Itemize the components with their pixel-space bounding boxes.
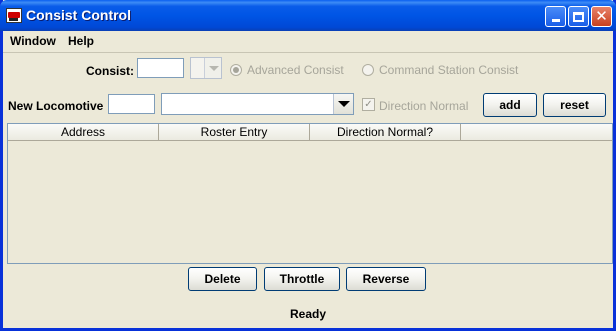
chevron-down-icon bbox=[209, 66, 219, 71]
close-button[interactable]: ✕ bbox=[591, 6, 612, 27]
minimize-icon bbox=[551, 19, 560, 22]
status-text: Ready bbox=[289, 307, 327, 321]
column-header-direction-normal[interactable]: Direction Normal? bbox=[310, 124, 461, 141]
menu-help[interactable]: Help bbox=[68, 34, 94, 48]
checkmark-icon: ✓ bbox=[364, 99, 373, 110]
dropdown-arrow bbox=[333, 94, 353, 114]
maximize-button[interactable] bbox=[568, 6, 589, 27]
chevron-down-icon bbox=[338, 101, 350, 107]
consist-table[interactable]: Address Roster Entry Direction Normal? bbox=[7, 123, 613, 264]
advanced-consist-radio[interactable] bbox=[230, 64, 242, 76]
command-station-consist-radio[interactable] bbox=[362, 64, 374, 76]
menu-bar: Window Help bbox=[3, 31, 613, 51]
title-bar[interactable]: Consist Control ✕ bbox=[0, 0, 616, 31]
minimize-button[interactable] bbox=[545, 6, 566, 27]
consist-label: Consist: bbox=[86, 64, 134, 78]
add-button[interactable]: add bbox=[483, 93, 537, 117]
reverse-button[interactable]: Reverse bbox=[346, 267, 426, 291]
table-header: Address Roster Entry Direction Normal? bbox=[8, 124, 612, 141]
menu-window[interactable]: Window bbox=[10, 34, 56, 48]
advanced-consist-label: Advanced Consist bbox=[247, 63, 344, 77]
roster-entry-dropdown[interactable] bbox=[161, 93, 354, 115]
menu-separator bbox=[3, 52, 613, 53]
direction-normal-checkbox[interactable]: ✓ bbox=[362, 98, 375, 111]
locomotive-address-field[interactable] bbox=[108, 94, 155, 114]
dropdown-arrow bbox=[204, 58, 221, 78]
column-header-address[interactable]: Address bbox=[8, 124, 159, 141]
column-header-extra[interactable] bbox=[461, 124, 612, 141]
new-locomotive-label: New Locomotive bbox=[8, 99, 104, 113]
locomotive-icon[interactable] bbox=[6, 8, 22, 23]
delete-button[interactable]: Delete bbox=[188, 267, 257, 291]
reset-button[interactable]: reset bbox=[543, 93, 606, 117]
direction-normal-label: Direction Normal bbox=[379, 99, 469, 113]
column-header-roster-entry[interactable]: Roster Entry bbox=[159, 124, 310, 141]
consist-control-window: Consist Control ✕ Window Help Consist: A… bbox=[0, 0, 616, 331]
consist-address-dropdown[interactable] bbox=[190, 57, 222, 79]
window-title: Consist Control bbox=[26, 7, 131, 23]
maximize-icon bbox=[573, 11, 584, 22]
throttle-button[interactable]: Throttle bbox=[264, 267, 340, 291]
close-icon: ✕ bbox=[595, 7, 608, 25]
command-station-consist-label: Command Station Consist bbox=[379, 63, 519, 77]
consist-address-field[interactable] bbox=[137, 58, 184, 78]
